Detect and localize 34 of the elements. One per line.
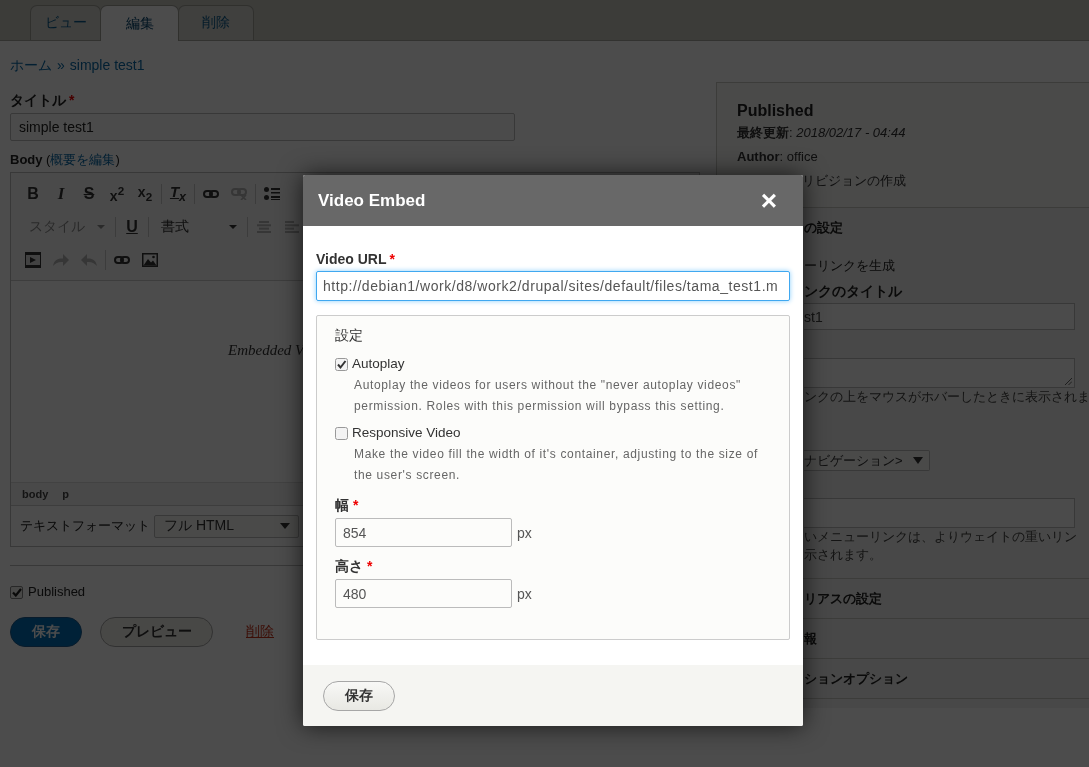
- help-text: Make the video fill the width of it's container, adjusting to the size of the user's screen.: [353, 446, 759, 484]
- field-label: 幅: [335, 496, 349, 514]
- field-label: タイトル: [10, 91, 66, 109]
- close-button[interactable]: ×: [756, 188, 781, 213]
- required-mark: *: [69, 91, 75, 109]
- breadcrumb-separator: »: [57, 56, 65, 75]
- checkbox[interactable]: [335, 357, 348, 371]
- save-button[interactable]: 保存: [323, 681, 395, 711]
- checkbox-label: Autoplay: [352, 356, 405, 372]
- required-mark: *: [367, 557, 373, 575]
- fieldset-legend: 設定: [335, 328, 363, 344]
- meta-text: Author: office: [737, 148, 818, 166]
- delete-link[interactable]: 削除: [246, 623, 274, 641]
- required-mark: *: [389, 250, 395, 268]
- field-label: Video URL: [316, 250, 387, 268]
- unit-label: px: [517, 524, 532, 541]
- edit-summary-link[interactable]: 概要を編集: [50, 152, 116, 167]
- help-text: Autoplay the videos for users without the "never autoplay videos" permission. Roles with this permission will bypass this setting.: [353, 377, 742, 415]
- dialog-title: Video Embed: [318, 190, 426, 211]
- field-label: ンクのタイトル: [804, 283, 902, 299]
- section-heading: の設定: [804, 220, 843, 236]
- field-label: 高さ: [335, 557, 363, 575]
- number-field[interactable]: 854: [335, 518, 512, 547]
- checkbox-label: Published: [28, 584, 86, 600]
- breadcrumb-link[interactable]: simple test1: [69, 55, 145, 75]
- url-field[interactable]: http://debian1/work/d8/work2/drupal/sites/default/files/tama_test1.m: [316, 271, 790, 301]
- meta-text: 最終更新: 2018/02/17 - 04:44: [737, 124, 906, 142]
- body-label: Body (概要を編集): [10, 151, 120, 169]
- unit-label: px: [517, 585, 532, 602]
- status-heading: Published: [737, 101, 814, 121]
- checkbox-label: Responsive Video: [352, 425, 461, 441]
- required-mark: *: [353, 496, 359, 514]
- number-field[interactable]: 480: [335, 579, 512, 608]
- checkbox[interactable]: [335, 426, 348, 440]
